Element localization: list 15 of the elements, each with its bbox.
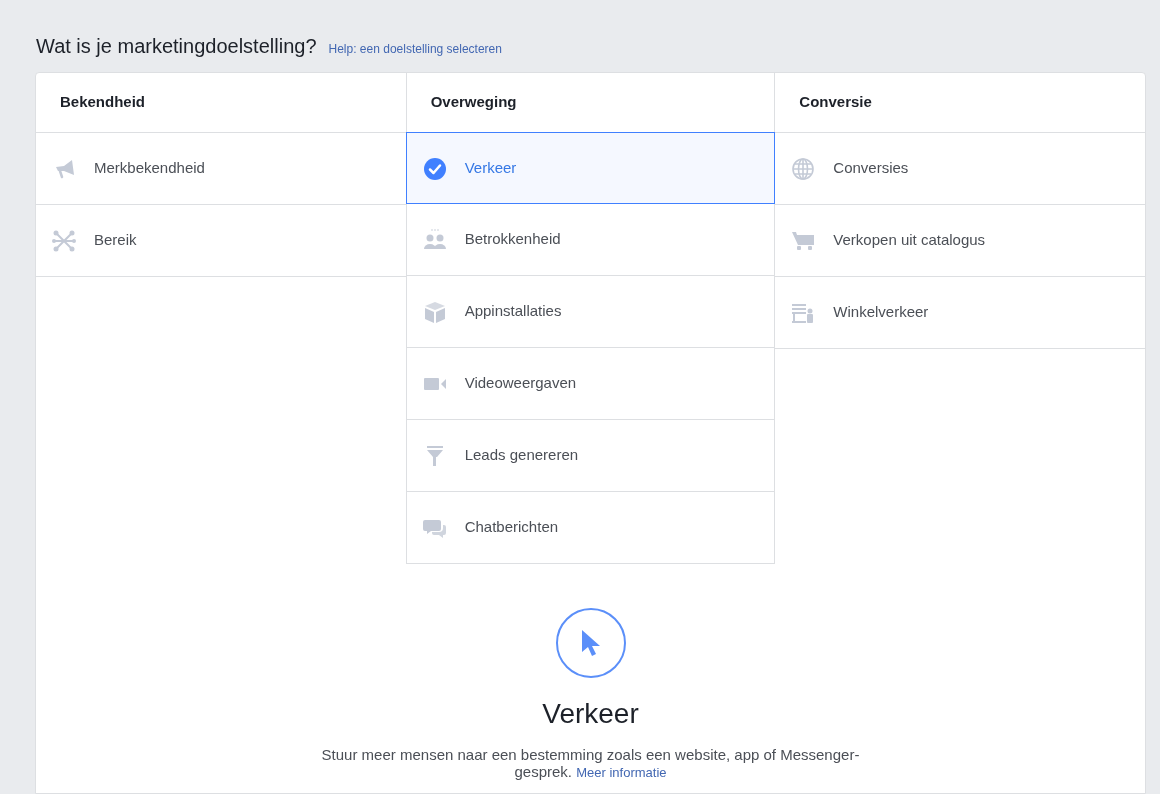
page-title: Wat is je marketingdoelstelling? <box>36 36 317 56</box>
column-header: Conversie <box>799 92 872 113</box>
objective-option[interactable]: Verkeer <box>405 132 776 204</box>
cursor-icon <box>555 608 626 678</box>
cube-icon <box>422 299 447 324</box>
objective-description: Stuur meer mensen naar een bestemming zoals een website, app of Messenger-gesprek. Meer informatie <box>320 746 861 781</box>
checkmark-circle-icon <box>422 156 447 181</box>
objective-title: Verkeer <box>542 700 639 728</box>
column-header: Bekendheid <box>60 92 146 113</box>
people-icon <box>422 227 447 252</box>
column-header: Overweging <box>430 92 517 113</box>
more-info-link[interactable]: Meer informatie <box>576 765 667 780</box>
help-link[interactable]: Help: een doelstelling selecteren <box>328 43 502 55</box>
network-icon <box>52 228 76 253</box>
globe-icon <box>791 156 816 181</box>
